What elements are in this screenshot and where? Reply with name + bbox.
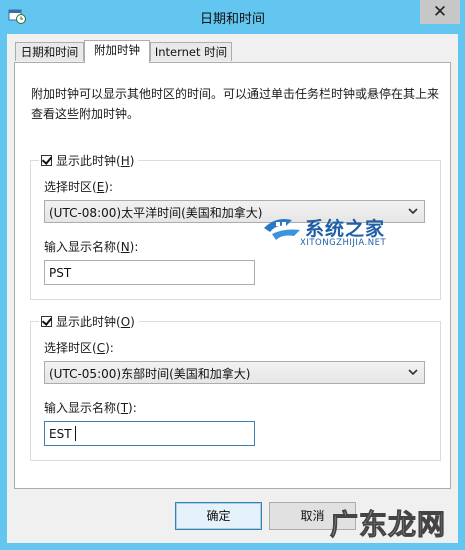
name-1-input[interactable]: PST	[44, 260, 255, 285]
watermark-site-url: XITONGZHIJIA.NET	[300, 238, 387, 248]
show-clock-2-checkbox-row[interactable]: 显示此时钟(O)	[39, 313, 139, 329]
zone-2-label: 选择时区(C):	[44, 341, 114, 355]
show-clock-1-checkbox-row[interactable]: 显示此时钟(H)	[39, 152, 139, 168]
show-clock-1-label: 显示此时钟(H)	[56, 153, 135, 168]
tab-date-time[interactable]: 日期和时间	[15, 42, 84, 61]
date-time-dialog: 日期和时间 ✕ 日期和时间 附加时钟 Internet 时间 附加时钟可以显示其…	[0, 0, 465, 550]
zone-1-selected-value: (UTC-08:00)太平洋时间(美国和加拿大)	[49, 206, 263, 220]
close-button[interactable]: ✕	[420, 0, 460, 24]
watermark-site-name: 系统之家	[305, 218, 386, 240]
name-2-value: EST	[49, 427, 72, 441]
dialog-client-area: 日期和时间 附加时钟 Internet 时间 附加时钟可以显示其他时区的时间。可…	[7, 34, 458, 543]
close-icon: ✕	[432, 2, 448, 22]
additional-clocks-panel: 附加时钟可以显示其他时区的时间。可以通过单击任务栏时钟或悬停在其上来查看这些附加…	[14, 62, 451, 489]
clock-group-2: 显示此时钟(O) 选择时区(C): (UTC-05:00)东部时间(美国和加拿大…	[30, 313, 441, 461]
ok-button[interactable]: 确定	[175, 502, 262, 530]
name-1-label: 输入显示名称(N):	[44, 240, 139, 254]
zone-2-selected-value: (UTC-05:00)东部时间(美国和加拿大)	[49, 367, 251, 381]
text-caret	[75, 426, 76, 441]
checkbox-checked-icon[interactable]	[41, 154, 52, 166]
zone-1-label: 选择时区(E):	[44, 180, 114, 194]
watermark-corner: 广东龙网	[329, 508, 447, 542]
name-1-value: PST	[49, 266, 72, 280]
dropdown-arrow-icon	[408, 208, 418, 215]
checkbox-checked-icon[interactable]	[41, 315, 52, 327]
tab-internet-time[interactable]: Internet 时间	[150, 42, 232, 61]
name-2-label: 输入显示名称(T):	[44, 401, 137, 415]
window-title: 日期和时间	[199, 12, 265, 27]
title-bar: 日期和时间 ✕	[0, 0, 465, 34]
zone-2-select[interactable]: (UTC-05:00)东部时间(美国和加拿大)	[44, 361, 425, 384]
panel-description: 附加时钟可以显示其他时区的时间。可以通过单击任务栏时钟或悬停在其上来查看这些附加…	[31, 87, 440, 121]
show-clock-2-label: 显示此时钟(O)	[56, 314, 135, 329]
tab-additional-clocks[interactable]: 附加时钟	[84, 40, 150, 63]
name-2-input[interactable]: EST	[44, 421, 255, 446]
dropdown-arrow-icon	[408, 369, 418, 376]
